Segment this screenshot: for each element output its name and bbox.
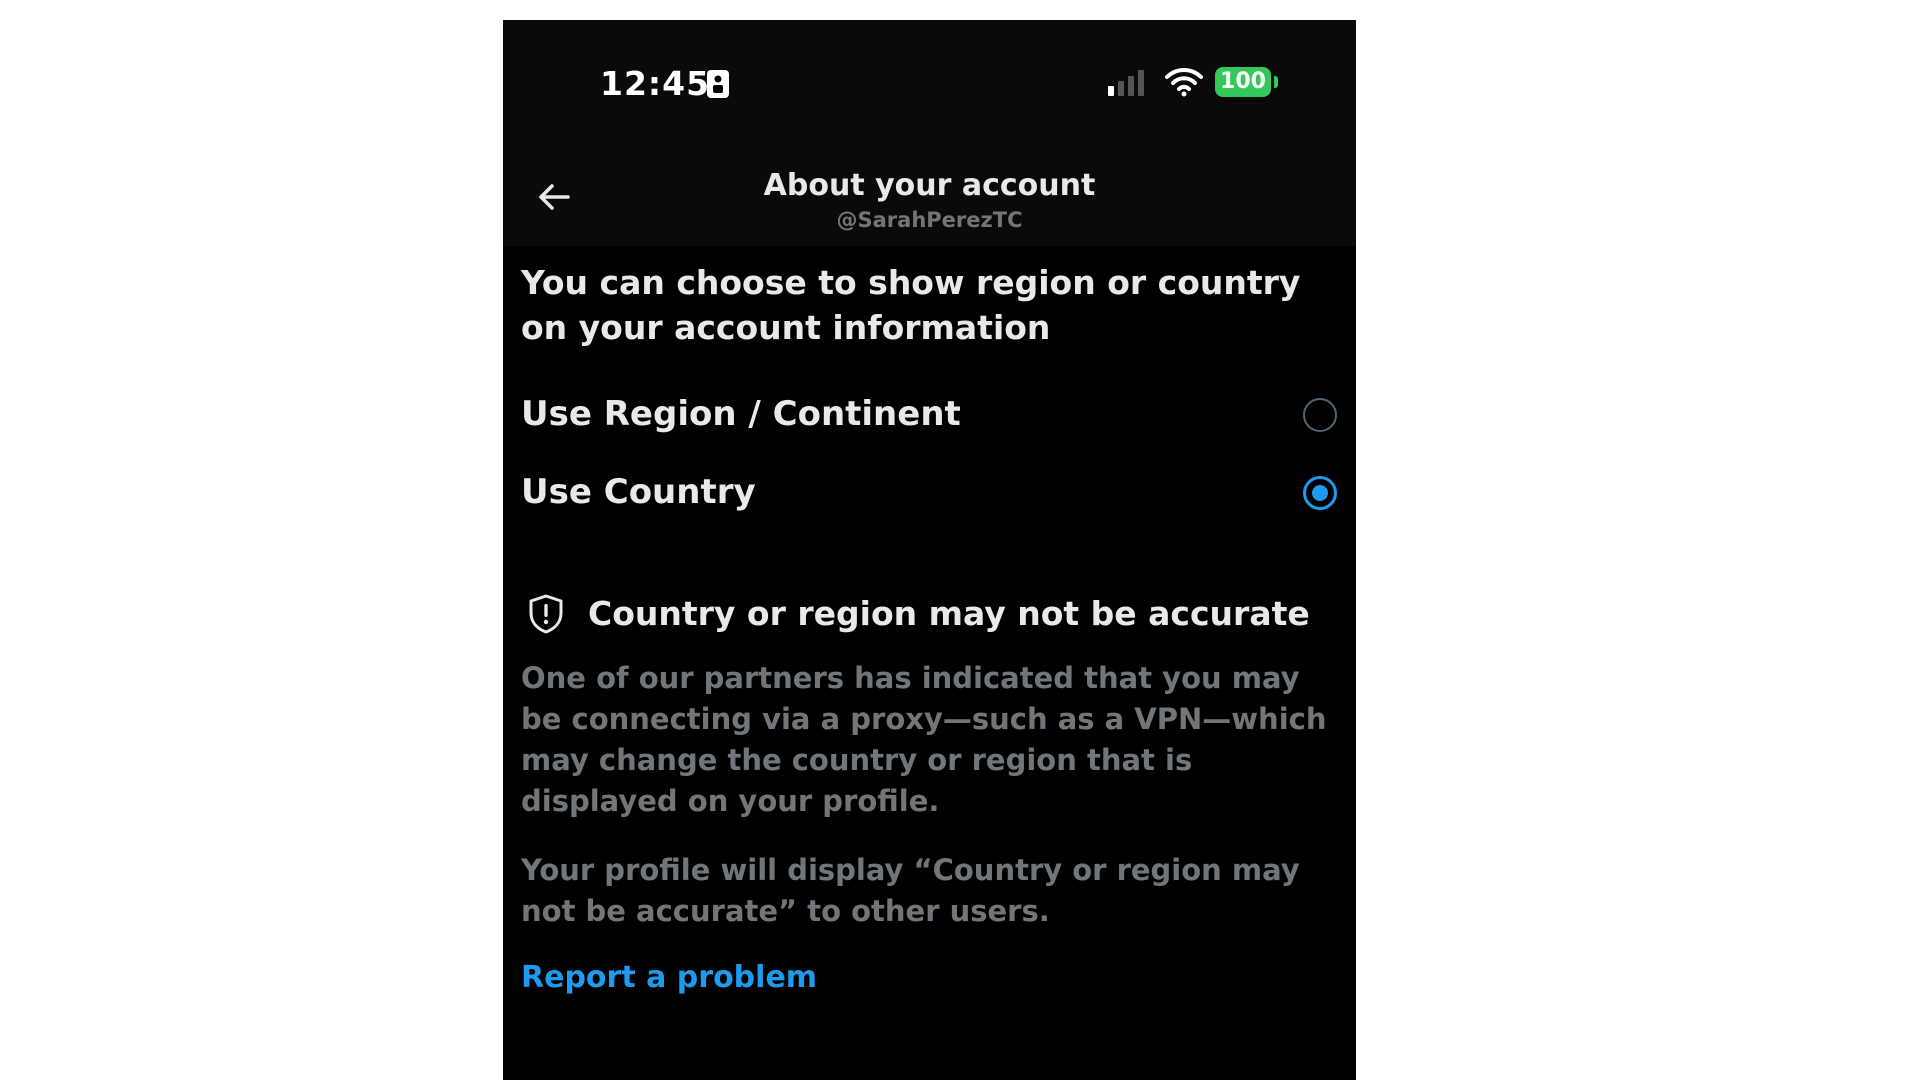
battery-nub: [1274, 76, 1278, 88]
warning-header: Country or region may not be accurate: [521, 590, 1341, 640]
shield-alert-icon: [529, 594, 563, 634]
content: You can choose to show region or country…: [521, 260, 1341, 995]
option-region-continent[interactable]: Use Region / Continent: [521, 382, 1341, 452]
id-card-icon: [707, 70, 729, 98]
intro-text: You can choose to show region or country…: [521, 263, 1301, 347]
warning-body: One of our partners has indicated that y…: [521, 661, 1327, 818]
radio-button-selected[interactable]: [1303, 476, 1337, 510]
wifi-icon: [1165, 67, 1203, 97]
warning-title: Country or region may not be accurate: [588, 594, 1310, 633]
status-time: 12:45: [600, 64, 711, 103]
option-label: Use Region / Continent: [521, 394, 961, 434]
battery-icon: 100: [1215, 67, 1271, 97]
option-country[interactable]: Use Country: [521, 460, 1341, 530]
warning-profile-note: Your profile will display “Country or re…: [521, 853, 1300, 928]
radio-button-unselected[interactable]: [1303, 398, 1337, 432]
page-header: About your account @SarahPerezTC: [503, 150, 1356, 246]
phone-screen: 12:45 100 About your account @SarahPerez…: [503, 20, 1356, 1080]
report-problem-link[interactable]: Report a problem: [521, 960, 817, 995]
page-title: About your account: [763, 168, 1096, 203]
status-bar: 12:45 100: [503, 20, 1356, 150]
signal-icon: [1108, 70, 1144, 96]
option-label: Use Country: [521, 472, 756, 512]
account-handle: @SarahPerezTC: [836, 208, 1023, 232]
